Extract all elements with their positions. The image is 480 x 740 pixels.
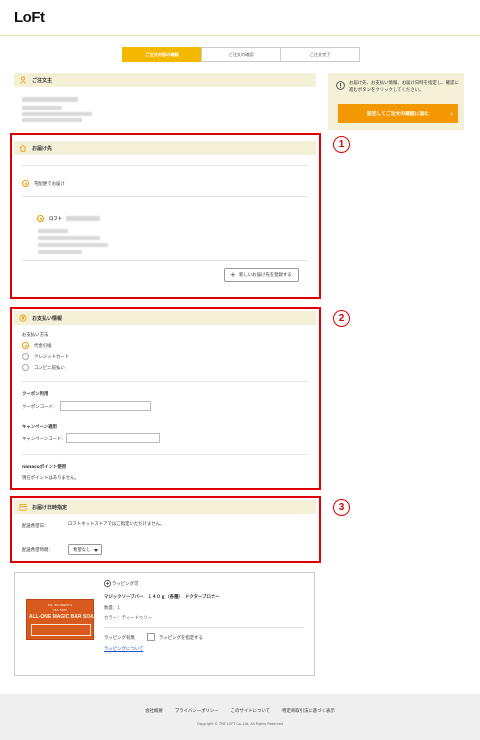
proceed-label: 設定してご注文の確認に進む bbox=[366, 112, 430, 117]
annotation-number-2: 2 bbox=[333, 310, 350, 327]
product-image-brand: DR. BRONNER'S bbox=[48, 603, 72, 607]
payment-option-convenience-radio[interactable] bbox=[22, 364, 29, 371]
delivery-header: お届け先 bbox=[14, 141, 316, 155]
proceed-to-confirm-button[interactable]: 設定してご注文の確認に進む › bbox=[338, 104, 458, 123]
orderer-detail-blurred bbox=[22, 106, 62, 110]
payment-title: お支払い情報 bbox=[32, 315, 63, 322]
campaign-code-label: キャンペーンコード： bbox=[22, 437, 66, 442]
nanaco-heading: nanacoポイント使用 bbox=[22, 465, 67, 470]
orderer-name-blurred bbox=[22, 97, 78, 102]
site-header: LoFt bbox=[0, 0, 480, 36]
coupon-code-label: クーポンコード： bbox=[22, 405, 58, 410]
payment-method-label: お支払い方法 bbox=[22, 333, 49, 338]
annotation-number-1: 1 bbox=[333, 136, 350, 153]
product-image-band bbox=[31, 624, 91, 636]
home-delivery-radio[interactable] bbox=[22, 180, 29, 187]
home-delivery-label: 宅配便でお届け bbox=[34, 182, 65, 187]
product-card: DR. BRONNER'S TEA TREE ALL-ONE MAGIC BAR… bbox=[14, 572, 315, 676]
home-icon bbox=[19, 144, 27, 152]
product-image-title: ALL-ONE MAGIC BAR SOAP bbox=[29, 614, 98, 620]
copyright: Copyright © THE LOFT Co.,Ltd. All Rights… bbox=[196, 722, 284, 726]
wrapping-checkbox[interactable] bbox=[147, 633, 155, 641]
divider bbox=[22, 196, 308, 197]
payment-highlight-box bbox=[10, 307, 321, 490]
wrapping-option-label: ラッピングを指定する bbox=[159, 636, 203, 641]
wrapping-label: ラッピング有無 bbox=[104, 636, 135, 641]
address-line-blurred bbox=[38, 243, 108, 247]
campaign-heading: キャンペーン適用 bbox=[22, 425, 57, 430]
address-radio[interactable] bbox=[37, 215, 44, 222]
calendar-icon bbox=[19, 504, 27, 511]
delivery-time-value: 希望なし bbox=[73, 547, 91, 553]
orderer-detail-blurred bbox=[22, 112, 92, 116]
divider bbox=[22, 381, 308, 382]
divider bbox=[22, 454, 308, 455]
product-quantity: 数量：1 bbox=[104, 606, 120, 611]
address-name-blurred bbox=[66, 216, 100, 221]
divider bbox=[22, 260, 308, 261]
coupon-heading: クーポン利用 bbox=[22, 392, 49, 397]
annotation-number-3: 3 bbox=[333, 499, 350, 516]
chevron-right-icon: › bbox=[450, 109, 453, 118]
payment-option-convenience: コンビニ前払い bbox=[34, 366, 65, 371]
gift-icon bbox=[104, 580, 111, 587]
loft-logo[interactable]: LoFt bbox=[14, 9, 45, 26]
divider bbox=[104, 627, 304, 628]
address-line-blurred bbox=[38, 229, 68, 233]
orderer-detail-blurred bbox=[22, 118, 82, 122]
address-line-blurred bbox=[38, 236, 100, 240]
orderer-title: ご注文主 bbox=[32, 77, 53, 84]
step-1: ご注文内容の確認 bbox=[122, 47, 202, 62]
nanaco-points-text: 現在ポイントはありません。 bbox=[22, 476, 79, 481]
checkout-steps: ご注文内容の確認 ご注文の確認 ご注文完了 bbox=[122, 47, 360, 62]
orderer-header: ご注文主 bbox=[14, 73, 316, 87]
payment-option-cod: 代金引換 bbox=[34, 344, 52, 349]
product-image-sub: TEA TREE bbox=[52, 608, 68, 612]
delivery-title: お届け先 bbox=[32, 145, 53, 152]
payment-option-credit-radio[interactable] bbox=[22, 353, 29, 360]
product-image[interactable]: DR. BRONNER'S TEA TREE ALL-ONE MAGIC BAR… bbox=[26, 599, 98, 640]
footer-links: 会社概要 プライバシーポリシー このサイトについて 特定商取引法に基づく表示 bbox=[0, 708, 480, 714]
delivery-time-select[interactable]: 希望なし bbox=[68, 544, 102, 555]
payment-option-credit: クレジットカード bbox=[34, 355, 70, 360]
delivery-date-label: 配送希望日： bbox=[22, 524, 49, 529]
footer-link-company[interactable]: 会社概要 bbox=[145, 708, 163, 714]
step-3: ご注文完了 bbox=[280, 47, 360, 62]
payment-header: ¥ お支払い情報 bbox=[14, 311, 316, 325]
schedule-title: お届け日時指定 bbox=[32, 504, 68, 511]
footer-link-legal[interactable]: 特定商取引法に基づく表示 bbox=[282, 708, 335, 714]
address-line-blurred bbox=[38, 250, 82, 254]
address-name: ロフト bbox=[49, 217, 63, 222]
coin-icon: ¥ bbox=[19, 314, 27, 322]
delivery-time-label: 配送希望時間： bbox=[22, 548, 53, 553]
site-footer: 会社概要 プライバシーポリシー このサイトについて 特定商取引法に基づく表示 C… bbox=[0, 694, 480, 740]
product-color: カラー：ティートゥリー bbox=[104, 616, 153, 621]
coupon-code-input[interactable] bbox=[60, 401, 151, 411]
delivery-date-text: ロフトネットストアではご指定いただけません。 bbox=[68, 522, 165, 527]
step-2: ご注文の確認 bbox=[201, 47, 281, 62]
schedule-header: お届け日時指定 bbox=[14, 500, 316, 514]
plus-icon: + bbox=[230, 271, 236, 279]
person-icon bbox=[19, 76, 27, 84]
product-name[interactable]: マジックソープバー １４０ｇ（各種） ドクターブロナー bbox=[104, 594, 220, 600]
add-new-address-button[interactable]: + 新しいお届け先を登録する bbox=[224, 268, 299, 282]
footer-link-privacy[interactable]: プライバシーポリシー bbox=[175, 708, 219, 714]
add-new-address-label: 新しいお届け先を登録する bbox=[239, 273, 292, 278]
wrapping-available-badge: ラッピング可 bbox=[112, 582, 139, 587]
footer-link-about[interactable]: このサイトについて bbox=[231, 708, 270, 714]
chevron-down-icon bbox=[94, 548, 98, 552]
campaign-code-input[interactable] bbox=[66, 433, 160, 443]
wrapping-info-link[interactable]: ラッピングについて bbox=[104, 646, 143, 652]
payment-option-cod-radio[interactable] bbox=[22, 342, 29, 349]
divider bbox=[22, 165, 308, 166]
sidebar-note: お届け先、お支払い情報、お届け日時を指定し、確認に進むボタンをクリックしてくださ… bbox=[349, 81, 459, 93]
info-icon bbox=[336, 81, 345, 90]
